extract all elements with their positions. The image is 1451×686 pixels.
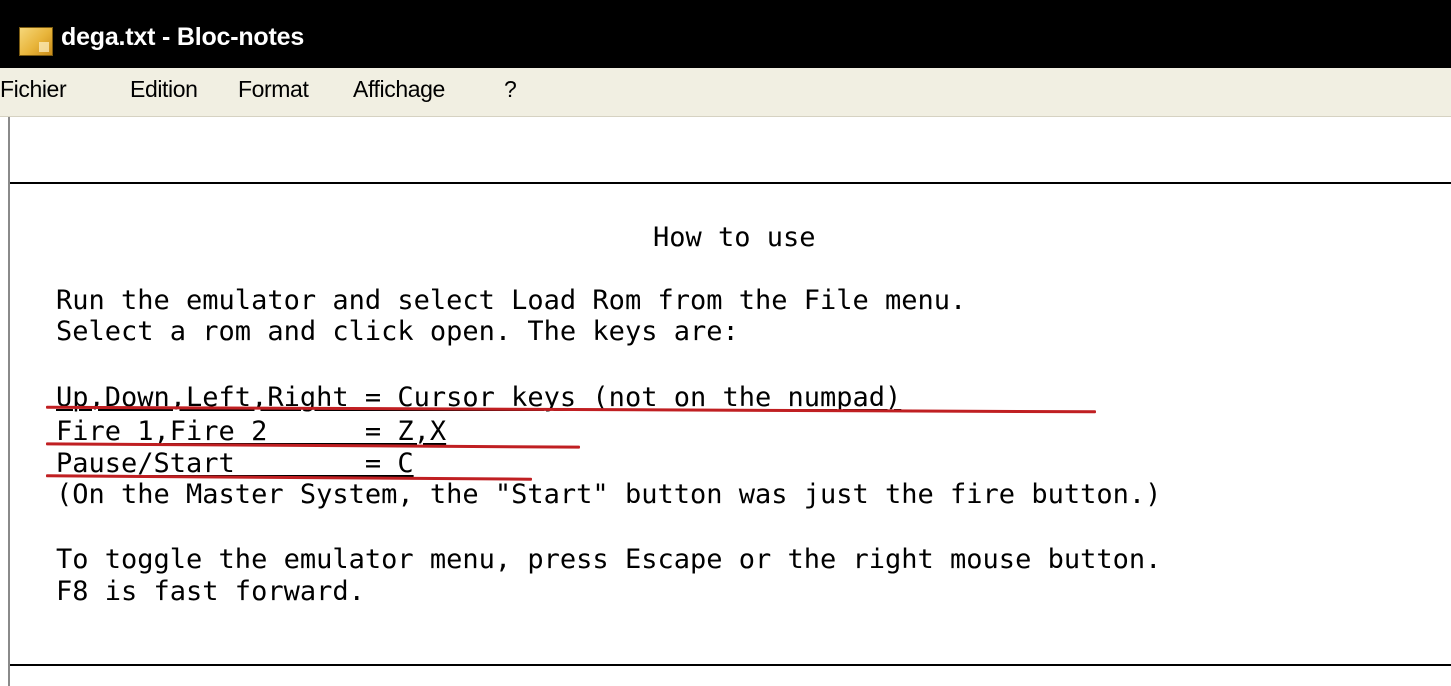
doc-toggle-line-1: To toggle the emulator menu, press Escap…: [56, 544, 1162, 575]
menu-help[interactable]: ?: [504, 76, 517, 103]
doc-heading: How to use: [653, 222, 816, 253]
menu-fichier[interactable]: Fichier: [0, 76, 67, 103]
separator-bottom: [10, 664, 1451, 666]
menu-bar: Fichier Edition Format Affichage ?: [0, 68, 1451, 117]
doc-note-line: (On the Master System, the "Start" butto…: [56, 479, 1162, 510]
notepad-window: dega.txt - Bloc-notes Fichier Edition Fo…: [0, 0, 1451, 686]
editor-left-edge: [8, 117, 10, 686]
separator-top: [10, 182, 1451, 184]
menu-edition[interactable]: Edition: [130, 76, 198, 103]
title-bar[interactable]: dega.txt - Bloc-notes: [0, 0, 1451, 68]
doc-intro-line-2: Select a rom and click open. The keys ar…: [56, 316, 739, 347]
window-title: dega.txt - Bloc-notes: [61, 23, 305, 51]
doc-intro-line-1: Run the emulator and select Load Rom fro…: [56, 285, 967, 316]
menu-format[interactable]: Format: [238, 76, 309, 103]
doc-toggle-line-2: F8 is fast forward.: [56, 576, 365, 607]
menu-affichage[interactable]: Affichage: [353, 76, 445, 103]
notepad-icon: [19, 27, 53, 56]
